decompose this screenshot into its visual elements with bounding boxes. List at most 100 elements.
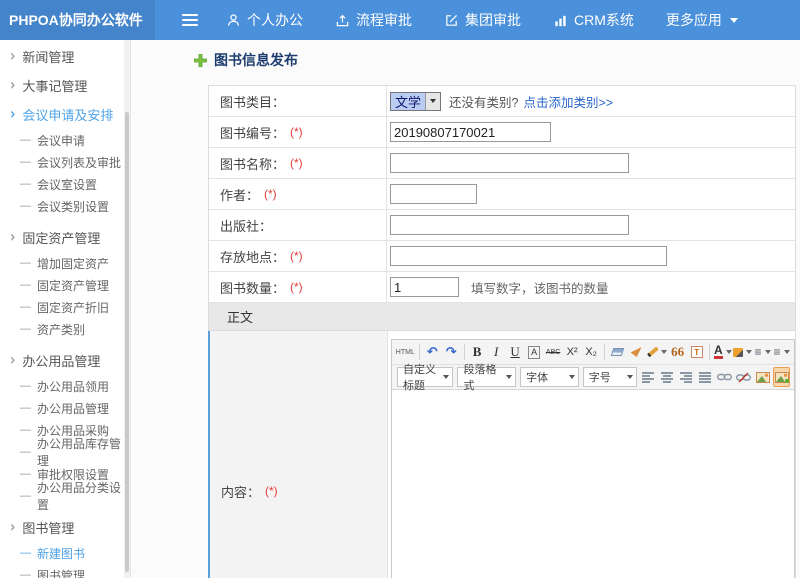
sidebar-group-office-supplies[interactable]: ›办公用品管理	[0, 346, 130, 375]
sidebar-item-supplies-inventory[interactable]: —办公用品库存管理	[0, 441, 130, 463]
dash-icon: —	[20, 178, 31, 190]
template-icon: T	[691, 346, 703, 358]
category-select[interactable]: 文学	[390, 92, 441, 111]
sidebar-scrollbar[interactable]	[124, 40, 130, 578]
align-justify-button[interactable]	[697, 367, 714, 387]
nav-more-apps[interactable]: 更多应用	[666, 10, 738, 30]
page-title-text: 图书信息发布	[214, 50, 298, 70]
add-plus-icon	[194, 54, 207, 67]
align-center-button[interactable]	[659, 367, 676, 387]
dash-icon: —	[20, 547, 31, 559]
top-navigation: 个人办公 流程审批 集团审批 CRM系统 更多应用	[226, 10, 770, 30]
caret-down-icon	[784, 350, 790, 354]
pen-icon	[647, 347, 658, 357]
sidebar-item-meeting-room[interactable]: —会议室设置	[0, 173, 130, 195]
field-label: 出版社：	[220, 216, 272, 235]
dash-icon: —	[20, 402, 31, 414]
strikethrough-button[interactable]: ABC	[545, 342, 562, 362]
bold-button[interactable]: B	[469, 342, 486, 362]
font-family-dropdown[interactable]: 字体	[520, 367, 579, 387]
nav-label: 集团审批	[465, 10, 521, 30]
insert-image-button[interactable]	[754, 367, 771, 387]
quantity-input[interactable]	[390, 277, 459, 297]
align-right-button[interactable]	[678, 367, 695, 387]
clear-format-button[interactable]	[628, 342, 645, 362]
sidebar-group-memorabilia[interactable]: ›大事记管理	[0, 71, 130, 100]
sidebar-group-meeting[interactable]: ›会议申请及安排	[0, 100, 130, 129]
workflow-approve-icon	[335, 13, 350, 28]
align-left-button[interactable]	[640, 367, 657, 387]
publisher-input[interactable]	[390, 215, 629, 235]
app-logo: PHPOA协同办公软件	[0, 0, 155, 40]
link-icon	[717, 372, 732, 382]
sidebar-group-news[interactable]: ›新闻管理	[0, 42, 130, 71]
author-input[interactable]	[390, 184, 477, 204]
sidebar-item-book-manage[interactable]: —图书管理	[0, 564, 130, 578]
nav-crm-system[interactable]: CRM系统	[553, 10, 634, 30]
field-label: 作者：	[220, 185, 259, 204]
field-label: 图书数量：	[220, 278, 285, 297]
dash-icon: —	[20, 380, 31, 392]
highlight-color-button[interactable]	[733, 342, 752, 362]
custom-heading-dropdown[interactable]: 自定义标题	[397, 367, 453, 387]
form-row-quantity: 图书数量：(*) 填写数字，该图书的数量	[209, 272, 795, 303]
sidebar-item-asset-manage[interactable]: —固定资产管理	[0, 274, 130, 296]
form-row-publisher: 出版社：	[209, 210, 795, 241]
paste-format-button[interactable]: T	[688, 342, 705, 362]
nav-group-approval[interactable]: 集团审批	[444, 10, 521, 30]
required-mark: (*)	[264, 187, 277, 201]
sidebar-item-asset-depreciation[interactable]: —固定资产折旧	[0, 296, 130, 318]
undo-button[interactable]: ↶	[424, 342, 441, 362]
sidebar-item-supplies-manage[interactable]: —办公用品管理	[0, 397, 130, 419]
nav-label: CRM系统	[574, 10, 634, 30]
nav-personal-office[interactable]: 个人办公	[226, 10, 303, 30]
html-source-button[interactable]: HTML	[396, 342, 415, 362]
insert-multi-image-button[interactable]	[773, 367, 790, 387]
sidebar-item-new-book[interactable]: —新建图书	[0, 542, 130, 564]
caret-down-icon	[730, 18, 738, 23]
paragraph-format-dropdown[interactable]: 段落格式	[457, 367, 516, 387]
sidebar-item-asset-category[interactable]: —资产类别	[0, 318, 130, 340]
book-name-input[interactable]	[390, 153, 629, 173]
nav-workflow-approval[interactable]: 流程审批	[335, 10, 412, 30]
sidebar-item-add-asset[interactable]: —增加固定资产	[0, 252, 130, 274]
add-category-link[interactable]: 点击添加类别>>	[523, 92, 613, 111]
sidebar-item-meeting-apply[interactable]: —会议申请	[0, 129, 130, 151]
sidebar-group-fixed-assets[interactable]: ›固定资产管理	[0, 223, 130, 252]
italic-button[interactable]: I	[488, 342, 505, 362]
nav-label: 更多应用	[666, 10, 722, 30]
sidebar-item-supplies-claim[interactable]: —办公用品领用	[0, 375, 130, 397]
scrollbar-thumb[interactable]	[125, 112, 129, 572]
eraser-button[interactable]	[609, 342, 626, 362]
align-justify-icon	[699, 372, 712, 383]
form-row-book-name: 图书名称：(*)	[209, 148, 795, 179]
sidebar-item-meeting-category[interactable]: —会议类别设置	[0, 195, 130, 217]
sidebar-item-meeting-list[interactable]: —会议列表及审批	[0, 151, 130, 173]
blockquote-button[interactable]: 66	[669, 342, 686, 362]
ordered-list-button[interactable]: ≡	[754, 342, 771, 362]
align-right-icon	[680, 372, 693, 383]
section-header-body: 正文	[209, 303, 795, 331]
unordered-list-button[interactable]: ≡	[773, 342, 790, 362]
caret-down-icon	[627, 375, 633, 379]
book-number-input[interactable]	[390, 122, 551, 142]
insert-link-button[interactable]	[716, 367, 733, 387]
location-input[interactable]	[390, 246, 667, 266]
font-color-button[interactable]: A	[714, 342, 731, 362]
sidebar-group-books[interactable]: ›图书管理	[0, 513, 130, 542]
font-size-dropdown[interactable]: 字号	[583, 367, 637, 387]
redo-button[interactable]: ↷	[443, 342, 460, 362]
font-style-button[interactable]: A	[526, 342, 543, 362]
underline-button[interactable]: U	[507, 342, 524, 362]
required-mark: (*)	[290, 125, 303, 139]
subscript-button[interactable]: X₂	[583, 342, 600, 362]
menu-toggle-icon[interactable]	[182, 11, 198, 29]
sidebar-item-supplies-category[interactable]: —办公用品分类设置	[0, 485, 130, 507]
editor-content-area[interactable]	[392, 390, 794, 578]
form-row-content: 内容：(*) HTML ↶ ↷ B I U A	[208, 331, 795, 578]
select-arrow-icon[interactable]	[425, 93, 440, 110]
superscript-button[interactable]: X²	[564, 342, 581, 362]
format-pen-button[interactable]	[647, 342, 668, 362]
form-row-location: 存放地点：(*)	[209, 241, 795, 272]
remove-link-button[interactable]	[735, 367, 752, 387]
